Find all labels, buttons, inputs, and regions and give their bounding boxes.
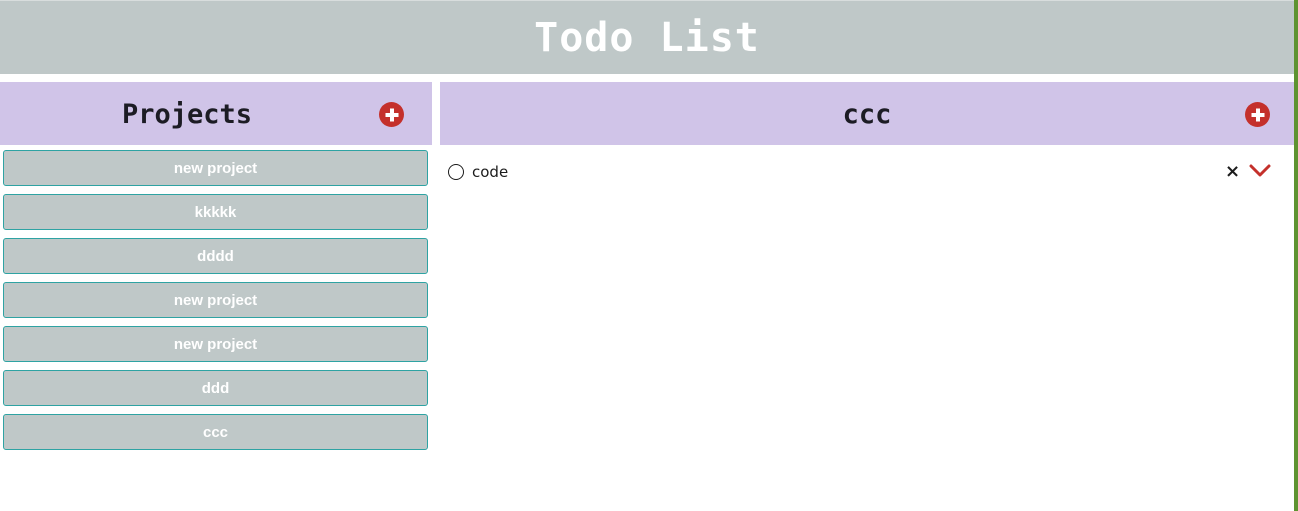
project-item[interactable]: kkkkk <box>3 194 428 230</box>
close-icon[interactable]: × <box>1225 162 1240 182</box>
projects-header: Projects <box>0 82 432 145</box>
project-item[interactable]: new project <box>3 326 428 362</box>
todo-text: code <box>472 163 509 181</box>
chevron-down-icon[interactable] <box>1249 164 1271 178</box>
project-item[interactable]: ccc <box>3 414 428 450</box>
todo-item: code × <box>448 162 1274 182</box>
window-edge <box>1294 0 1298 511</box>
app-header: Todo List <box>0 0 1294 74</box>
add-project-button[interactable] <box>379 102 404 127</box>
project-title: ccc <box>842 99 892 130</box>
project-item[interactable]: dddd <box>3 238 428 274</box>
todo-checkbox-circle-icon[interactable] <box>448 164 464 180</box>
projects-sidebar: Projects new project kkkkk dddd new proj… <box>0 82 432 511</box>
project-item[interactable]: new project <box>3 282 428 318</box>
todo-app: Todo List Projects new project kkkkk ddd… <box>0 0 1298 511</box>
project-item[interactable]: new project <box>3 150 428 186</box>
project-header: ccc <box>440 82 1294 145</box>
project-item[interactable]: ddd <box>3 370 428 406</box>
app-title: Todo List <box>534 14 760 61</box>
projects-title: Projects <box>121 99 253 130</box>
project-panel: ccc code × <box>440 82 1294 511</box>
add-todo-button[interactable] <box>1245 102 1270 127</box>
